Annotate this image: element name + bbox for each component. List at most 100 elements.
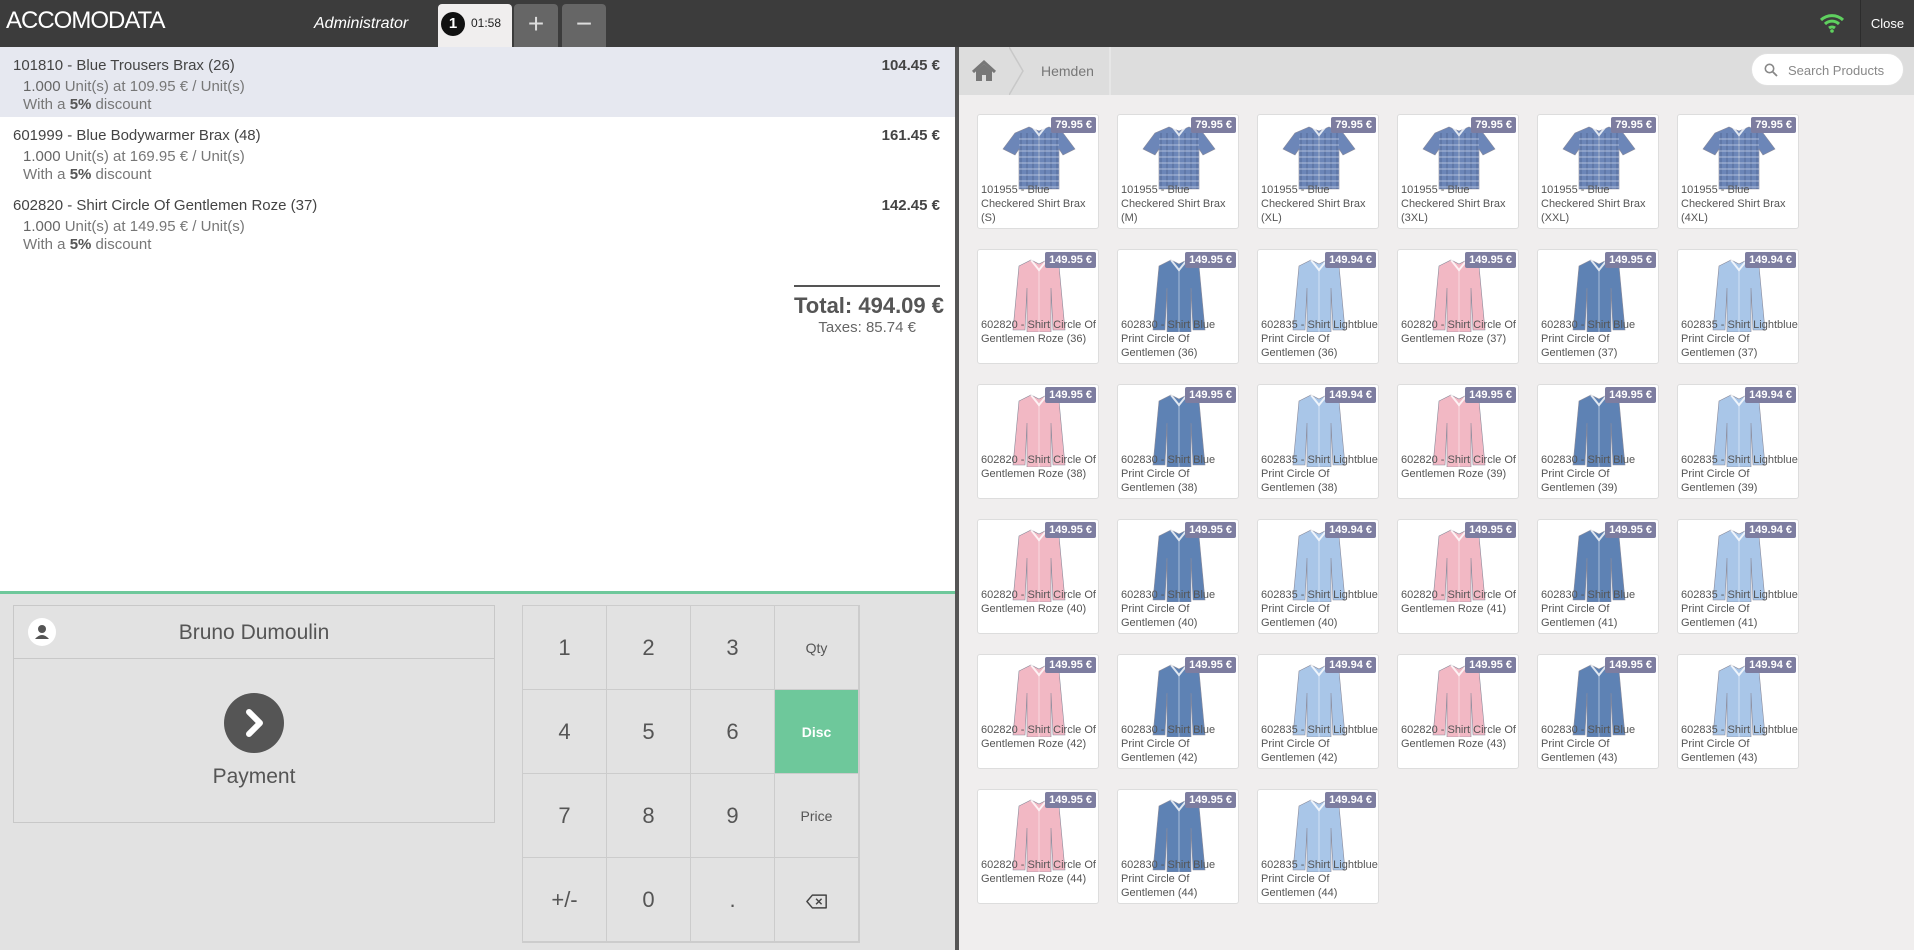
- close-button[interactable]: Close: [1860, 0, 1914, 47]
- product-name: 602835 - Shirt Lightblue Print Circle Of…: [1681, 724, 1798, 764]
- product-name: 602830 - Shirt Blue Print Circle Of Gent…: [1541, 454, 1636, 494]
- customer-name: Bruno Dumoulin: [178, 621, 330, 644]
- product-tile[interactable]: 149.94 € 602835 - Shirt Lightblue Print …: [1677, 384, 1799, 499]
- product-tile[interactable]: 149.94 € 602835 - Shirt Lightblue Print …: [1257, 519, 1379, 634]
- line-disc-suffix: discount: [91, 236, 152, 253]
- line-disc-value: 5%: [69, 166, 92, 183]
- product-tile[interactable]: 79.95 € 101955 - Blue Checkered Shirt Br…: [1537, 114, 1659, 229]
- numpad-key-decimal[interactable]: .: [691, 858, 775, 942]
- product-name: 602820 - Shirt Circle Of Gentlemen Roze …: [981, 589, 1096, 615]
- disc-mode-button[interactable]: Disc: [775, 690, 859, 774]
- numpad-key-plus-minus[interactable]: +/-: [523, 858, 607, 942]
- product-name: 602835 - Shirt Lightblue Print Circle Of…: [1261, 454, 1378, 494]
- product-tile[interactable]: 149.95 € 602830 - Shirt Blue Print Circl…: [1117, 654, 1239, 769]
- product-tile[interactable]: 149.95 € 602820 - Shirt Circle Of Gentle…: [977, 789, 1099, 904]
- price-mode-button[interactable]: Price: [775, 774, 859, 858]
- product-tile[interactable]: 149.95 € 602830 - Shirt Blue Print Circl…: [1537, 519, 1659, 634]
- product-tile[interactable]: 149.95 € 602820 - Shirt Circle Of Gentle…: [977, 519, 1099, 634]
- breadcrumb-separator: [1009, 47, 1024, 95]
- product-price-badge: 149.95 €: [1465, 387, 1516, 403]
- product-name: 602820 - Shirt Circle Of Gentlemen Roze …: [981, 319, 1096, 345]
- numpad-key-8[interactable]: 8: [607, 774, 691, 858]
- line-unit-info: Unit(s) at 149.95 € / Unit(s): [64, 218, 245, 235]
- product-name: 602820 - Shirt Circle Of Gentlemen Roze …: [981, 859, 1096, 885]
- wifi-icon: [1819, 14, 1845, 33]
- product-tile[interactable]: 149.95 € 602830 - Shirt Blue Print Circl…: [1117, 384, 1239, 499]
- line-product-name: 602820 - Shirt Circle Of Gentlemen Roze …: [13, 197, 318, 214]
- search-input[interactable]: [1788, 61, 1896, 79]
- product-tile[interactable]: 79.95 € 101955 - Blue Checkered Shirt Br…: [1117, 114, 1239, 229]
- line-discount: With a 5% discount: [23, 96, 151, 113]
- numpad-key-2[interactable]: 2: [607, 606, 691, 690]
- product-tile[interactable]: 149.95 € 602830 - Shirt Blue Print Circl…: [1117, 789, 1239, 904]
- product-name: 602830 - Shirt Blue Print Circle Of Gent…: [1541, 589, 1636, 629]
- product-price-badge: 149.95 €: [1465, 252, 1516, 268]
- numpad-key-5[interactable]: 5: [607, 690, 691, 774]
- numpad-key-9[interactable]: 9: [691, 774, 775, 858]
- chevron-right-icon: [224, 693, 284, 753]
- product-tile[interactable]: 149.94 € 602835 - Shirt Lightblue Print …: [1257, 249, 1379, 364]
- home-button[interactable]: [959, 47, 1009, 95]
- numpad-key-6[interactable]: 6: [691, 690, 775, 774]
- product-tile[interactable]: 149.94 € 602835 - Shirt Lightblue Print …: [1257, 654, 1379, 769]
- order-line[interactable]: 602820 - Shirt Circle Of Gentlemen Roze …: [0, 187, 955, 257]
- product-price-badge: 149.95 €: [1605, 657, 1656, 673]
- breadcrumb-category[interactable]: Hemden: [1041, 47, 1094, 95]
- numpad-key-7[interactable]: 7: [523, 774, 607, 858]
- line-unit-info: Unit(s) at 109.95 € / Unit(s): [64, 78, 245, 95]
- product-tile[interactable]: 149.95 € 602820 - Shirt Circle Of Gentle…: [1397, 519, 1519, 634]
- product-tile[interactable]: 149.95 € 602820 - Shirt Circle Of Gentle…: [1397, 249, 1519, 364]
- line-disc-prefix: With a: [23, 236, 70, 253]
- numpad-key-4[interactable]: 4: [523, 690, 607, 774]
- remove-order-button[interactable]: −: [562, 4, 606, 47]
- product-name: 602820 - Shirt Circle Of Gentlemen Roze …: [981, 454, 1096, 480]
- product-tile[interactable]: 149.95 € 602830 - Shirt Blue Print Circl…: [1117, 249, 1239, 364]
- product-name: 602820 - Shirt Circle Of Gentlemen Roze …: [981, 724, 1096, 750]
- product-tile[interactable]: 149.94 € 602835 - Shirt Lightblue Print …: [1257, 384, 1379, 499]
- payment-button[interactable]: Payment: [14, 660, 494, 822]
- product-name: 602830 - Shirt Blue Print Circle Of Gent…: [1121, 859, 1216, 899]
- product-tile[interactable]: 149.95 € 602820 - Shirt Circle Of Gentle…: [977, 249, 1099, 364]
- line-qty-value: 1.000: [23, 218, 61, 235]
- order-total: Total: 494.09 €: [794, 293, 944, 318]
- search-icon: [1764, 63, 1778, 77]
- product-tile[interactable]: 149.95 € 602820 - Shirt Circle Of Gentle…: [1397, 384, 1519, 499]
- product-tile[interactable]: 149.95 € 602820 - Shirt Circle Of Gentle…: [977, 654, 1099, 769]
- order-line[interactable]: 101810 - Blue Trousers Brax (26) 104.45 …: [0, 47, 955, 117]
- product-tile[interactable]: 149.94 € 602835 - Shirt Lightblue Print …: [1677, 519, 1799, 634]
- product-tile[interactable]: 79.95 € 101955 - Blue Checkered Shirt Br…: [1257, 114, 1379, 229]
- product-tile[interactable]: 149.94 € 602835 - Shirt Lightblue Print …: [1677, 249, 1799, 364]
- product-tile[interactable]: 149.95 € 602830 - Shirt Blue Print Circl…: [1117, 519, 1239, 634]
- qty-mode-button[interactable]: Qty: [775, 606, 859, 690]
- product-tile[interactable]: 149.94 € 602835 - Shirt Lightblue Print …: [1677, 654, 1799, 769]
- search-box[interactable]: [1751, 53, 1904, 86]
- product-tile[interactable]: 79.95 € 101955 - Blue Checkered Shirt Br…: [977, 114, 1099, 229]
- numpad-key-0[interactable]: 0: [607, 858, 691, 942]
- top-bar: ACCOMODATA Administrator 1 01:58 + − Clo…: [0, 0, 1914, 47]
- product-name: 101955 - Blue Checkered Shirt Brax (4XL): [1681, 184, 1786, 224]
- product-tile[interactable]: 149.95 € 602830 - Shirt Blue Print Circl…: [1537, 654, 1659, 769]
- control-pads: Bruno Dumoulin Payment 1 2 3 Qty 4 5 6 D…: [0, 591, 955, 950]
- order-tab[interactable]: 1 01:58: [438, 4, 512, 47]
- add-order-button[interactable]: +: [514, 4, 558, 47]
- order-line[interactable]: 601999 - Blue Bodywarmer Brax (48) 161.4…: [0, 117, 955, 187]
- product-tile[interactable]: 79.95 € 101955 - Blue Checkered Shirt Br…: [1677, 114, 1799, 229]
- line-disc-value: 5%: [69, 96, 92, 113]
- product-tile[interactable]: 149.94 € 602835 - Shirt Lightblue Print …: [1257, 789, 1379, 904]
- logo: ACCOMODATA: [6, 8, 165, 34]
- product-tile[interactable]: 149.95 € 602820 - Shirt Circle Of Gentle…: [977, 384, 1099, 499]
- product-tile[interactable]: 79.95 € 101955 - Blue Checkered Shirt Br…: [1397, 114, 1519, 229]
- product-price-badge: 79.95 €: [1191, 117, 1236, 133]
- set-customer-button[interactable]: Bruno Dumoulin: [14, 606, 494, 659]
- backspace-button[interactable]: [775, 858, 859, 942]
- line-product-name: 601999 - Blue Bodywarmer Brax (48): [13, 127, 261, 144]
- product-price-badge: 79.95 €: [1471, 117, 1516, 133]
- numpad-key-3[interactable]: 3: [691, 606, 775, 690]
- product-tile[interactable]: 149.95 € 602830 - Shirt Blue Print Circl…: [1537, 384, 1659, 499]
- product-price-badge: 149.95 €: [1045, 522, 1096, 538]
- product-tile[interactable]: 149.95 € 602820 - Shirt Circle Of Gentle…: [1397, 654, 1519, 769]
- product-name: 101955 - Blue Checkered Shirt Brax (M): [1121, 184, 1226, 224]
- product-tile[interactable]: 149.95 € 602830 - Shirt Blue Print Circl…: [1537, 249, 1659, 364]
- numpad-key-1[interactable]: 1: [523, 606, 607, 690]
- product-price-badge: 149.95 €: [1045, 657, 1096, 673]
